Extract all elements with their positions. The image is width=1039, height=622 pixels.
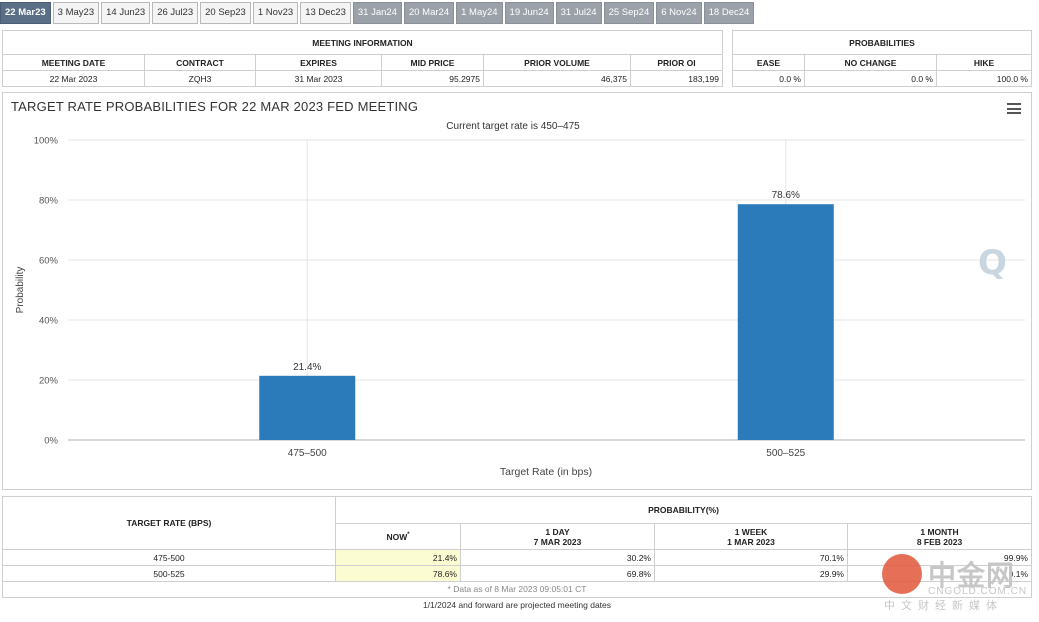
tab-meeting-8[interactable]: 20 Mar24: [403, 2, 455, 24]
prior-volume-value: 46,375: [483, 70, 631, 87]
hike-value: 100.0 %: [936, 70, 1032, 87]
now-cell: 78.6%: [335, 565, 461, 582]
tab-meeting-5[interactable]: 1 Nov23: [252, 2, 299, 24]
header-meeting-date: MEETING DATE: [2, 54, 145, 71]
data-timestamp-footnote: * Data as of 8 Mar 2023 09:05:01 CT: [2, 582, 1032, 598]
header-target-rate: TARGET RATE (BPS): [2, 496, 336, 550]
mid-price-value: 95.2975: [381, 70, 484, 87]
tab-meeting-2[interactable]: 14 Jun23: [101, 2, 151, 24]
bar-0: [259, 375, 356, 440]
tab-meeting-0[interactable]: 22 Mar23: [0, 2, 51, 24]
y-axis-label: Probability: [15, 267, 26, 314]
y-tick-label: 40%: [39, 316, 59, 327]
header-now: NOW*: [335, 523, 461, 550]
tab-meeting-7[interactable]: 31 Jan24: [352, 2, 402, 24]
y-tick-label: 0%: [44, 436, 58, 447]
week-cell: 29.9%: [654, 565, 848, 582]
rate-cell: 500-525: [2, 565, 336, 582]
projected-dates-note: 1/1/2024 and forward are projected meeti…: [422, 600, 612, 610]
y-tick-label: 60%: [39, 256, 59, 267]
tab-meeting-11[interactable]: 31 Jul24: [555, 2, 602, 24]
table-row: 475-500 21.4% 30.2% 70.1% 99.9%: [2, 549, 1032, 566]
meeting-info-title: MEETING INFORMATION: [2, 30, 723, 55]
header-expires: EXPIRES: [255, 54, 382, 71]
y-tick-label: 80%: [39, 196, 59, 207]
tab-meeting-10[interactable]: 19 Jun24: [504, 2, 554, 24]
probability-history-table: TARGET RATE (BPS) PROBABILITY(%) NOW* 1 …: [2, 496, 1032, 582]
tab-meeting-3[interactable]: 26 Jul23: [152, 2, 199, 24]
tab-meeting-1[interactable]: 3 May23: [52, 2, 100, 24]
day-cell: 69.8%: [460, 565, 655, 582]
data-label: 21.4%: [293, 362, 321, 373]
header-probability: PROBABILITY(%): [335, 496, 1032, 524]
ease-value: 0.0 %: [732, 70, 805, 87]
expires-value: 31 Mar 2023: [255, 70, 382, 87]
tab-meeting-14[interactable]: 18 Dec24: [703, 2, 755, 24]
q-logo-icon: Q: [978, 243, 1007, 283]
tab-meeting-6[interactable]: 13 Dec23: [300, 2, 351, 24]
target-rate-bar-chart: Current target rate is 450–475 0% 20% 40% 60…: [15, 121, 1025, 478]
bar-1: [737, 204, 834, 440]
probabilities-title: PROBABILITIES: [732, 30, 1032, 55]
data-label: 78.6%: [772, 190, 800, 201]
no-change-value: 0.0 %: [804, 70, 937, 87]
tab-meeting-4[interactable]: 20 Sep23: [200, 2, 251, 24]
header-prior-volume: PRIOR VOLUME: [483, 54, 631, 71]
header-1-month: 1 MONTH 8 FEB 2023: [847, 523, 1032, 550]
chart-subtitle: Current target rate is 450–475: [446, 121, 580, 132]
x-tick-label: 500–525: [766, 448, 805, 459]
month-cell: 0.1%: [847, 565, 1032, 582]
header-prior-oi: PRIOR OI: [630, 54, 723, 71]
tab-meeting-9[interactable]: 1 May24: [456, 2, 503, 24]
chart-panel: TARGET RATE PROBABILITIES FOR 22 MAR 202…: [2, 92, 1032, 490]
rate-cell: 475-500: [2, 549, 336, 566]
header-1-day: 1 DAY 7 MAR 2023: [460, 523, 655, 550]
header-1-week: 1 WEEK 1 MAR 2023: [654, 523, 848, 550]
header-hike: HIKE: [936, 54, 1032, 71]
meeting-information-table: MEETING INFORMATION MEETING DATE CONTRAC…: [2, 30, 723, 87]
meeting-date-value: 22 Mar 2023: [2, 70, 145, 87]
header-ease: EASE: [732, 54, 805, 71]
now-cell: 21.4%: [335, 549, 461, 566]
y-tick-label: 20%: [39, 376, 59, 387]
day-cell: 30.2%: [460, 549, 655, 566]
header-contract: CONTRACT: [144, 54, 256, 71]
tab-meeting-13[interactable]: 6 Nov24: [656, 2, 702, 24]
header-no-change: NO CHANGE: [804, 54, 937, 71]
month-cell: 99.9%: [847, 549, 1032, 566]
table-row: 500-525 78.6% 69.8% 29.9% 0.1%: [2, 565, 1032, 582]
week-cell: 70.1%: [654, 549, 848, 566]
x-tick-label: 475–500: [288, 448, 327, 459]
tab-meeting-12[interactable]: 25 Sep24: [603, 2, 655, 24]
contract-value: ZQH3: [144, 70, 256, 87]
prior-oi-value: 183,199: [630, 70, 723, 87]
x-axis-label: Target Rate (in bps): [500, 466, 592, 478]
probabilities-table: PROBABILITIES EASE NO CHANGE HIKE 0.0 % …: [732, 30, 1032, 87]
header-mid-price: MID PRICE: [381, 54, 484, 71]
y-tick-label: 100%: [34, 136, 59, 147]
meeting-tabs: 22 Mar23 3 May23 14 Jun23 26 Jul23 20 Sep23 1…: [0, 2, 756, 24]
